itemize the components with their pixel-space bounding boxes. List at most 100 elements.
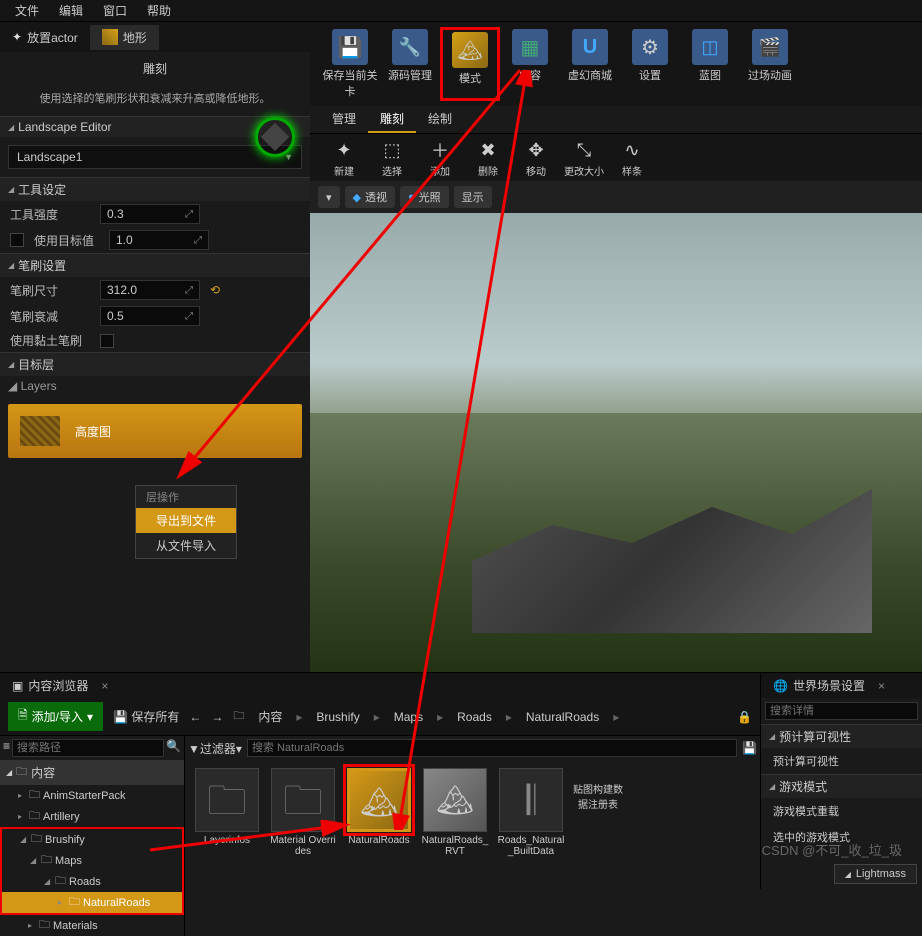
tool-spline[interactable]: ∿样条 [608, 137, 656, 178]
modes-icon [452, 32, 488, 68]
tab-landscape[interactable]: 地形 [90, 25, 159, 50]
tree-item[interactable]: Artillery [0, 806, 184, 827]
source-icon [392, 29, 428, 65]
viewport-perspective-button[interactable]: ◆透视 [345, 186, 395, 208]
tab-landscape-label: 地形 [123, 29, 147, 46]
viewport-options-button[interactable]: ▾ [318, 186, 340, 208]
search-icon[interactable]: 🔍 [166, 739, 181, 757]
asset-roads-builtdata[interactable]: Roads_Natural_BuiltData [497, 768, 565, 857]
menu-file[interactable]: 文件 [5, 2, 49, 19]
context-export-to-file[interactable]: 导出到文件 [136, 508, 236, 533]
menu-help[interactable]: 帮助 [137, 2, 181, 19]
asset-naturalroads[interactable]: NaturalRoads [345, 768, 413, 857]
tree-item-naturalroads[interactable]: NaturalRoads [2, 892, 182, 913]
items-search-input[interactable] [247, 739, 737, 757]
folder-icon [39, 916, 50, 935]
breadcrumb-seg[interactable]: Maps [390, 710, 427, 724]
content-tree: ≡ 🔍 内容 AnimStarterPack Artillery Brushif… [0, 736, 185, 936]
section-tool-settings[interactable]: 工具设定 [0, 177, 310, 201]
section-brush-settings[interactable]: 笔刷设置 [0, 253, 310, 277]
tree-item[interactable]: AnimStarterPack [0, 785, 184, 806]
toolbar-source[interactable]: 源码管理 [380, 27, 440, 101]
toolbar-content[interactable]: 内容 [500, 27, 560, 101]
tool-select[interactable]: ⬚选择 [368, 137, 416, 178]
content-browser-toolbar: 添加/导入 💾 保存所有 ← → 内容▸ Brushify▸ Maps▸ Roa… [0, 698, 760, 736]
tool-add[interactable]: ＋添加 [416, 137, 464, 178]
reset-icon[interactable]: ⟲ [210, 283, 220, 297]
mode-tab-paint[interactable]: 绘制 [416, 106, 464, 133]
heightmap-layer[interactable]: 高度图 [8, 404, 302, 458]
tree-root-content[interactable]: 内容 [0, 760, 184, 785]
content-browser: ▣内容浏览器 添加/导入 💾 保存所有 ← → 内容▸ Brushify▸ Ma… [0, 673, 760, 889]
use-target-checkbox[interactable] [10, 233, 24, 247]
tree-item-maps[interactable]: Maps [2, 850, 182, 871]
sculpt-title: 雕刻 [0, 52, 310, 85]
tool-strength-label: 工具强度 [10, 206, 90, 223]
viewport-controls: ▾ ◆透视 ●光照 显示 [310, 181, 922, 213]
toolbar-market[interactable]: 虚幻商城 [560, 27, 620, 101]
breadcrumb-seg[interactable]: 内容 [254, 708, 286, 725]
toolbar-blueprint[interactable]: 蓝图 [680, 27, 740, 101]
save-filter-icon[interactable]: 💾 [742, 741, 757, 755]
tree-item[interactable]: Materials [0, 915, 184, 936]
toolbar-settings[interactable]: 设置 [620, 27, 680, 101]
tool-new[interactable]: ✦新建 [320, 137, 368, 178]
brush-size-label: 笔刷尺寸 [10, 282, 90, 299]
gamemode-header[interactable]: 游戏模式 [761, 774, 922, 798]
tab-place-actor[interactable]: 放置actor [0, 25, 90, 50]
breadcrumb-seg[interactable]: NaturalRoads [522, 710, 603, 724]
mode-tools: ✦新建 ⬚选择 ＋添加 ✖删除 ✥移动 ⤡更改大小 ∿样条 [310, 134, 922, 181]
clay-brush-checkbox[interactable] [100, 334, 114, 348]
asset-layerinfos[interactable]: Layerinfos [193, 768, 261, 857]
save-all-button[interactable]: 💾 保存所有 [113, 708, 179, 725]
mode-tab-manage[interactable]: 管理 [320, 106, 368, 133]
save-icon [332, 29, 368, 65]
section-target-layers[interactable]: 目标层 [0, 352, 310, 376]
nav-fwd-button[interactable]: → [211, 710, 223, 724]
breadcrumb-seg[interactable]: Roads [453, 710, 496, 724]
viewport-show-button[interactable]: 显示 [454, 186, 492, 208]
delete-icon: ✖ [475, 137, 501, 163]
tool-move[interactable]: ✥移动 [512, 137, 560, 178]
lightmass-section[interactable]: Lightmass [834, 864, 917, 884]
mode-tabs: 管理 雕刻 绘制 [310, 106, 922, 134]
asset-naturalroads-rvt[interactable]: NaturalRoads_RVT [421, 768, 489, 857]
tool-delete[interactable]: ✖删除 [464, 137, 512, 178]
left-panel: 放置actor 地形 雕刻 使用选择的笔刷形状和衰减来升高或降低地形。 Land… [0, 22, 310, 672]
toolbar-modes[interactable]: 模式 [440, 27, 500, 101]
tool-strength-input[interactable]: 0.3 [100, 204, 200, 224]
tree-search-input[interactable] [12, 739, 164, 757]
target-value-input[interactable]: 1.0 [109, 230, 209, 250]
world-settings-search[interactable] [765, 702, 918, 720]
world-settings-tab[interactable]: 🌐世界场景设置 [761, 673, 897, 698]
folder-thumb-icon [271, 768, 335, 832]
menu-window[interactable]: 窗口 [93, 2, 137, 19]
lock-icon[interactable]: 🔒 [737, 710, 752, 724]
precomputed-vis-header[interactable]: 预计算可视性 [761, 724, 922, 748]
cinematic-icon [752, 29, 788, 65]
breadcrumb-seg[interactable]: Brushify [312, 710, 363, 724]
content-browser-tab[interactable]: ▣内容浏览器 [0, 673, 120, 698]
market-icon [572, 29, 608, 65]
layers-label: ◢ Layers [0, 376, 310, 396]
brush-size-input[interactable]: 312.0 [100, 280, 200, 300]
context-import-from-file[interactable]: 从文件导入 [136, 533, 236, 558]
asset-label-type: 贴图构建数据注册表 [573, 768, 623, 857]
menu-edit[interactable]: 编辑 [49, 2, 93, 19]
asset-material-overrides[interactable]: Material Overrides [269, 768, 337, 857]
toolbar-save[interactable]: 保存当前关卡 [320, 27, 380, 101]
nav-back-button[interactable]: ← [189, 710, 201, 724]
folder-icon [16, 763, 27, 782]
viewport[interactable] [310, 213, 922, 713]
toolbar-cinematic[interactable]: 过场动画 [740, 27, 800, 101]
filters-button[interactable]: ▼过滤器▾ [188, 740, 242, 757]
tool-resize[interactable]: ⤡更改大小 [560, 137, 608, 178]
tree-item-brushify[interactable]: Brushify [2, 829, 182, 850]
viewport-lit-button[interactable]: ●光照 [400, 186, 449, 208]
select-icon: ⬚ [379, 137, 405, 163]
brush-falloff-input[interactable]: 0.5 [100, 306, 200, 326]
add-import-button[interactable]: 添加/导入 [8, 702, 103, 731]
mode-tab-sculpt[interactable]: 雕刻 [368, 106, 416, 133]
tree-toggle-button[interactable]: ≡ [3, 739, 10, 757]
tab-place-actor-label: 放置actor [27, 29, 78, 46]
